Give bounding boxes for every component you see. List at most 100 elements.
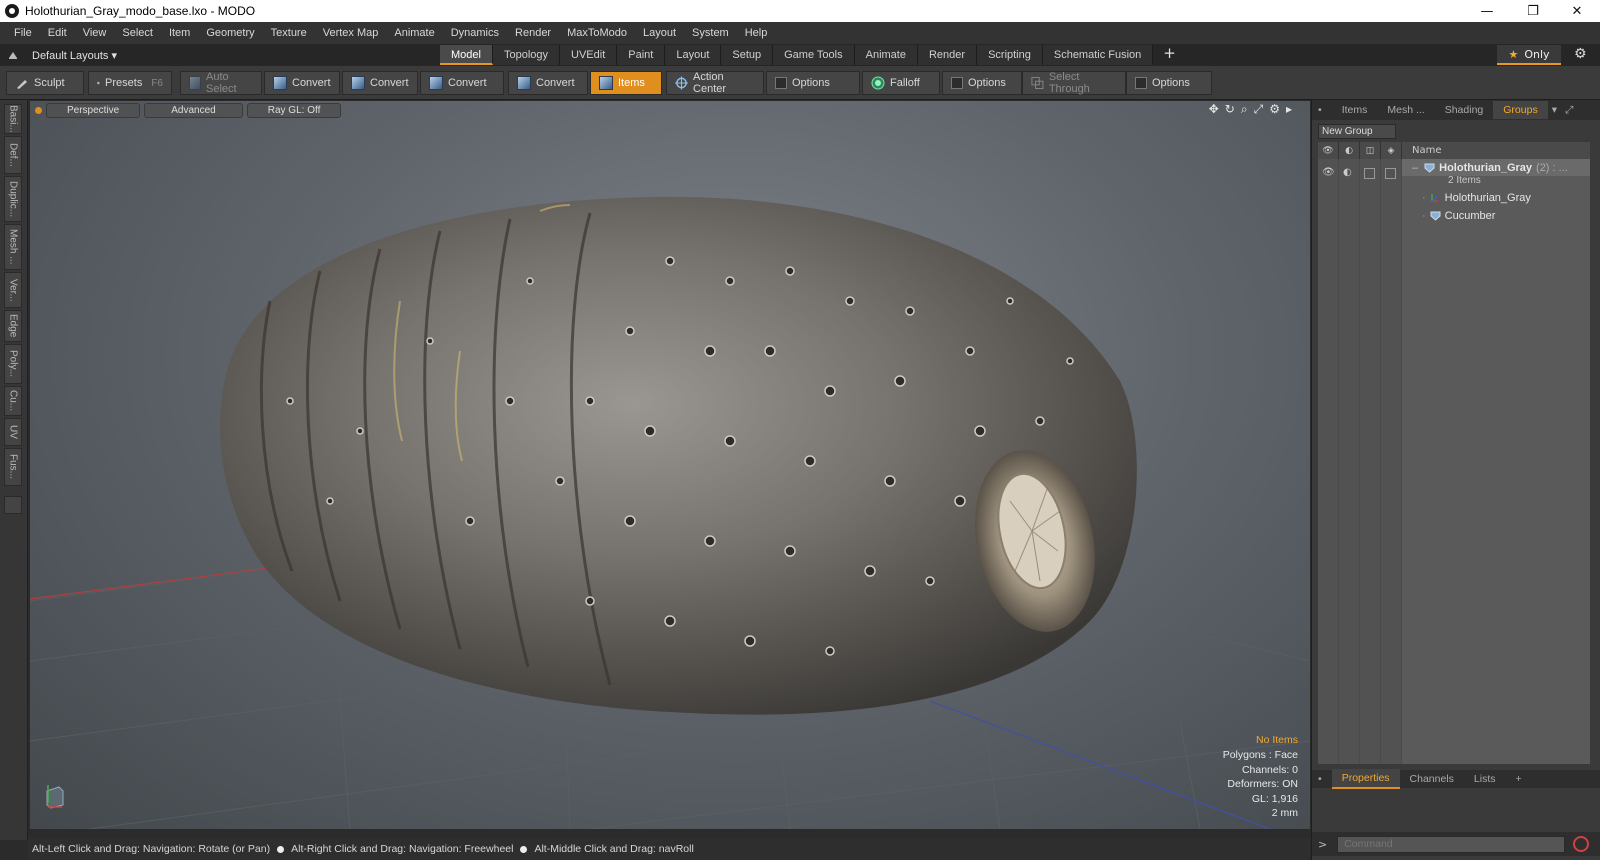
expand-toggle-icon[interactable]: – [1412, 162, 1418, 174]
convert-vertices-button[interactable]: Convert [264, 71, 340, 95]
tab-properties[interactable]: Properties [1331, 769, 1400, 789]
menu-system[interactable]: System [684, 27, 737, 39]
zoom-icon[interactable]: ⌕ [1241, 102, 1248, 117]
action-center-button[interactable]: Action Center [666, 71, 764, 95]
holothurian-mesh[interactable] [220, 196, 1137, 715]
render-icon[interactable]: ◐ [1339, 142, 1360, 159]
viewport-menu-dot-icon[interactable] [35, 106, 42, 114]
menu-dynamics[interactable]: Dynamics [443, 27, 507, 39]
scene-render[interactable] [30, 101, 1310, 829]
fit-icon[interactable]: ⤢ [1254, 102, 1264, 117]
tab-lists[interactable]: Lists [1464, 770, 1506, 788]
shading-mode-button[interactable]: Advanced [144, 102, 243, 118]
tab-polygon[interactable]: Poly... [4, 344, 22, 384]
menu-item[interactable]: Item [161, 27, 198, 39]
menu-vertex-map[interactable]: Vertex Map [315, 27, 387, 39]
panel-dot-icon[interactable]: • [1312, 770, 1332, 788]
lock-icon[interactable]: ◫ [1360, 142, 1381, 159]
convert-materials-button[interactable]: Convert [508, 71, 588, 95]
action-center-options-button[interactable]: Options [766, 71, 860, 95]
strip-expand-button[interactable] [4, 496, 22, 514]
tab-groups[interactable]: Groups [1493, 101, 1548, 119]
row-select-checkbox[interactable] [1385, 168, 1396, 179]
row-lock-checkbox[interactable] [1364, 168, 1375, 179]
tab-deform[interactable]: Def... [4, 136, 22, 174]
panel-dropdown-icon[interactable]: ▾ [1548, 101, 1561, 119]
record-macro-icon[interactable] [1573, 836, 1590, 852]
options-checkbox[interactable] [951, 77, 963, 89]
tab-uvedit[interactable]: UVEdit [560, 45, 618, 65]
add-tab-icon[interactable]: + [1153, 44, 1186, 66]
select-through-button[interactable]: Select Through [1022, 71, 1126, 95]
command-input[interactable] [1337, 835, 1566, 853]
layouts-dropdown[interactable]: Default Layouts ▾ [0, 49, 440, 62]
tab-animate[interactable]: Animate [854, 45, 918, 65]
tab-channels[interactable]: Channels [1400, 770, 1464, 788]
tab-mesh-edit[interactable]: Mesh ... [4, 224, 22, 270]
new-group-button[interactable]: New Group [1318, 124, 1396, 139]
falloff-options-button[interactable]: Options [942, 71, 1022, 95]
tab-layout[interactable]: Layout [665, 45, 722, 65]
menu-view[interactable]: View [75, 27, 115, 39]
tab-edge[interactable]: Edge [4, 310, 22, 342]
auto-select-button[interactable]: Auto Select [180, 71, 262, 95]
tab-fusion[interactable]: Fus... [4, 448, 22, 486]
viewport-settings-icon[interactable]: ⚙ [1269, 102, 1280, 117]
panel-dot-icon[interactable]: • [1312, 101, 1332, 119]
only-toggle[interactable]: ★ Only [1497, 45, 1561, 65]
items-mode-button[interactable]: Items [590, 71, 662, 95]
sculpt-button[interactable]: Sculpt [6, 71, 84, 95]
tab-uv[interactable]: UV [4, 418, 22, 446]
menu-file[interactable]: File [6, 27, 40, 39]
tab-setup[interactable]: Setup [721, 45, 774, 65]
group-row[interactable]: – Holothurian_Gray (2) : ... [1402, 159, 1590, 176]
command-history-arrow-icon[interactable]: > [1318, 838, 1327, 851]
menu-render[interactable]: Render [507, 27, 559, 39]
tab-model[interactable]: Model [440, 45, 493, 65]
gear-icon[interactable]: ⚙ [1574, 46, 1587, 62]
restore-button[interactable]: ❐ [1510, 0, 1556, 22]
tab-curve[interactable]: Cu... [4, 386, 22, 416]
add-panel-tab-icon[interactable]: + [1506, 770, 1532, 788]
pan-icon[interactable]: ✥ [1209, 102, 1219, 117]
menu-help[interactable]: Help [737, 27, 776, 39]
select-through-options-button[interactable]: Options [1126, 71, 1212, 95]
tab-mesh[interactable]: Mesh ... [1377, 101, 1434, 119]
list-item[interactable]: · Cucumber [1422, 207, 1495, 224]
expand-arrow-icon[interactable]: ▸ [1286, 102, 1292, 117]
minimize-button[interactable]: — [1464, 0, 1510, 22]
falloff-button[interactable]: Falloff [862, 71, 940, 95]
tab-vertex[interactable]: Ver... [4, 272, 22, 308]
name-column-header[interactable]: Name [1402, 145, 1442, 156]
tab-duplicate[interactable]: Duplic... [4, 176, 22, 222]
list-item[interactable]: · Holothurian_Gray [1422, 189, 1531, 206]
options-checkbox[interactable] [1135, 77, 1147, 89]
rotate-icon[interactable]: ↻ [1225, 102, 1235, 117]
tab-items[interactable]: Items [1332, 101, 1378, 119]
tab-topology[interactable]: Topology [492, 45, 561, 65]
select-icon[interactable]: ◈ [1381, 142, 1402, 159]
options-checkbox[interactable] [775, 77, 787, 89]
3d-viewport[interactable]: Perspective Advanced Ray GL: Off ✥ ↻ ⌕ ⤢… [30, 101, 1310, 829]
tab-paint[interactable]: Paint [617, 45, 666, 65]
menu-select[interactable]: Select [114, 27, 161, 39]
menu-geometry[interactable]: Geometry [198, 27, 262, 39]
menu-texture[interactable]: Texture [263, 27, 315, 39]
convert-polygons-button[interactable]: Convert [420, 71, 504, 95]
panel-maximize-icon[interactable]: ⤢ [1561, 101, 1577, 119]
menu-edit[interactable]: Edit [40, 27, 75, 39]
tab-scripting[interactable]: Scripting [977, 45, 1043, 65]
tab-schematic-fusion[interactable]: Schematic Fusion [1042, 45, 1154, 65]
tab-basic[interactable]: Basi... [4, 104, 22, 134]
presets-button[interactable]: Presets F6 [88, 71, 172, 95]
menu-layout[interactable]: Layout [635, 27, 684, 39]
collapse-arrow-icon[interactable] [8, 50, 18, 60]
visibility-eye-icon[interactable]: 👁 [1318, 142, 1339, 159]
tab-render[interactable]: Render [917, 45, 978, 65]
menu-animate[interactable]: Animate [386, 27, 442, 39]
close-button[interactable]: ✕ [1554, 0, 1600, 22]
menu-maxtomodo[interactable]: MaxToModo [559, 27, 635, 39]
tab-game-tools[interactable]: Game Tools [773, 45, 855, 65]
row-render-icon[interactable]: ◐ [1343, 167, 1352, 178]
tab-shading[interactable]: Shading [1435, 101, 1494, 119]
